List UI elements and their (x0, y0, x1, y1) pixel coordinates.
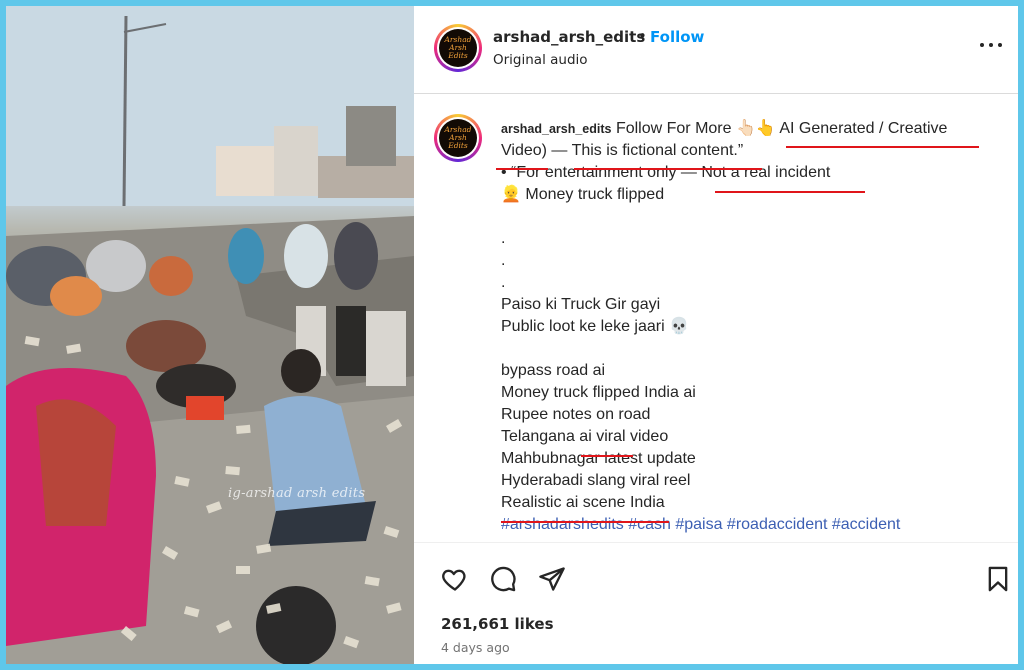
post-details-panel: Arshad Arsh Edits arshad_arsh_edits • Foll… (414, 6, 1018, 664)
caption-line: 👱 Money truck flipped (501, 186, 665, 203)
comment-icon[interactable] (489, 565, 517, 593)
post-timestamp[interactable]: 4 days ago (441, 640, 510, 655)
like-heart-icon[interactable] (441, 565, 469, 593)
avatar[interactable]: Arshad Arsh Edits (434, 24, 482, 72)
follow-button[interactable]: Follow (650, 28, 704, 46)
save-bookmark-icon[interactable] (984, 565, 1012, 593)
highlight-underline (786, 146, 979, 148)
more-options-icon[interactable] (980, 40, 1004, 50)
caption-dot: . (501, 252, 506, 269)
avatar-logo-text: Arshad Arsh Edits (439, 29, 477, 67)
caption-line: Paiso ki Truck Gir gayi (501, 296, 661, 313)
caption-line: bypass road ai (501, 362, 606, 379)
caption-line: Video) — This is fictional content.” (501, 142, 744, 159)
highlight-underline (715, 191, 865, 193)
post-caption: arshad_arsh_edits Follow For More 👆🏻👆 AI… (501, 118, 981, 536)
caption-username[interactable]: arshad_arsh_edits (501, 122, 611, 136)
caption-line: Rupee notes on road (501, 406, 651, 423)
share-icon[interactable] (538, 565, 566, 593)
video-watermark: ig-arshad arsh edits (228, 486, 366, 501)
caption-line: • “For entertainment only — Not a real i… (501, 164, 831, 181)
caption-line: Mahbubnagar latest update (501, 450, 696, 467)
separator-dot: • (638, 27, 647, 45)
caption-line: Telangana ai viral video (501, 428, 669, 445)
caption-dot: . (501, 274, 506, 291)
highlight-underline (574, 168, 762, 170)
post-author-username[interactable]: arshad_arsh_edits (493, 28, 645, 46)
caption-dot: . (501, 230, 506, 247)
caption-line: Public loot ke leke jaari 💀 (501, 318, 690, 335)
caption-line: Money truck flipped India ai (501, 384, 696, 401)
caption-line: Realistic ai scene India (501, 494, 665, 511)
post-actions: 261,661 likes 4 days ago (414, 542, 1018, 664)
caption-section: Arshad Arsh Edits arshad_arsh_edits Follow… (414, 94, 1018, 542)
avatar-logo-text: Arshad Arsh Edits (439, 119, 477, 157)
audio-label[interactable]: Original audio (493, 52, 588, 68)
post-header: Arshad Arsh Edits arshad_arsh_edits • Foll… (414, 6, 1018, 94)
hashtag-links[interactable]: #arshadarshedits #cash #paisa #roadaccid… (501, 514, 981, 536)
reel-video[interactable]: ig-arshad arsh edits (6, 6, 414, 664)
caption-line: Follow For More 👆🏻👆 AI Generated / Creat… (615, 120, 948, 137)
caption-line: Hyderabadi slang viral reel (501, 472, 691, 489)
like-count[interactable]: 261,661 likes (441, 615, 554, 633)
highlight-underline (501, 521, 669, 523)
highlight-underline (581, 455, 633, 457)
caption-avatar[interactable]: Arshad Arsh Edits (434, 114, 482, 162)
post-frame: ig-arshad arsh edits Arshad Arsh Edits ars… (6, 6, 1018, 664)
reel-scene-illustration (6, 6, 414, 664)
highlight-underline (496, 168, 548, 170)
